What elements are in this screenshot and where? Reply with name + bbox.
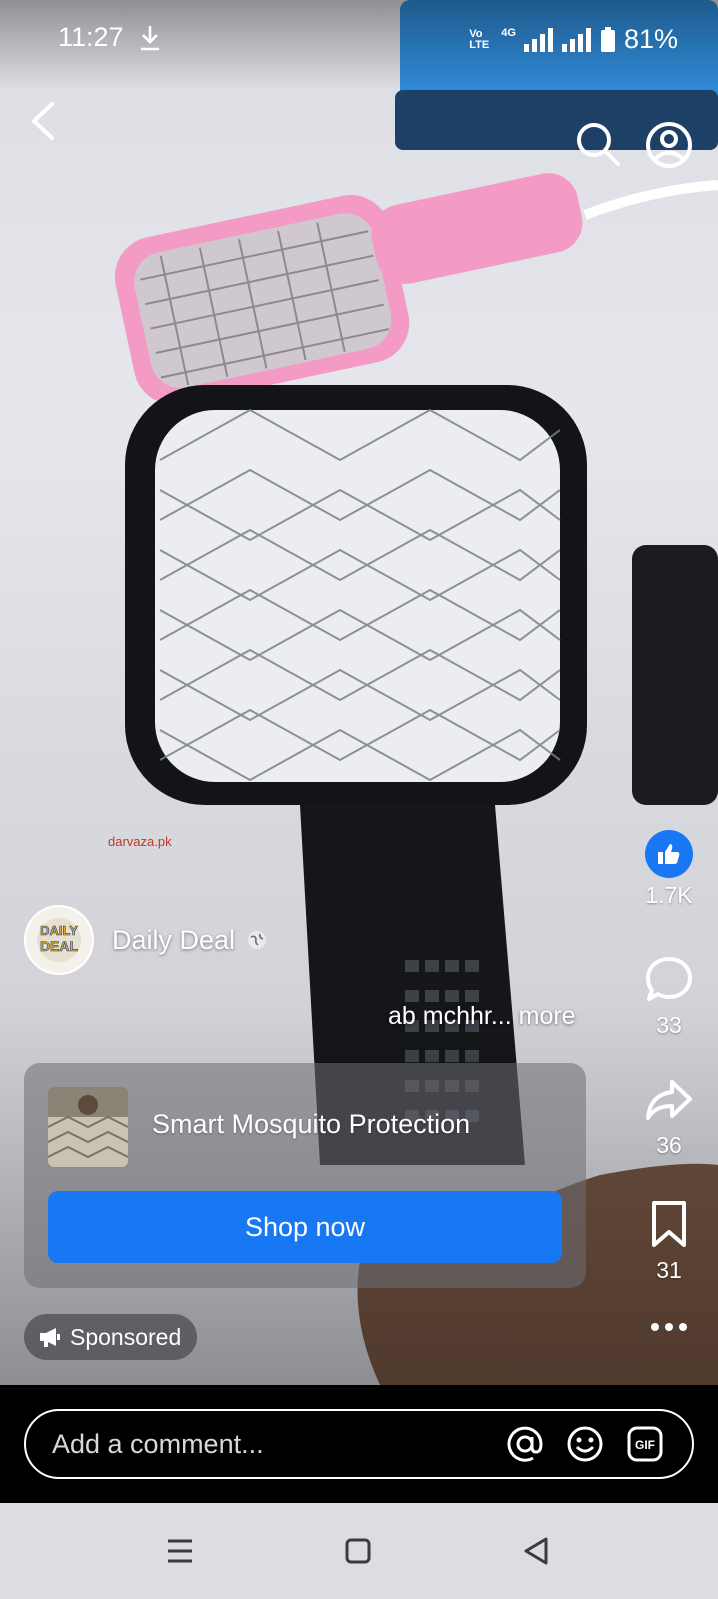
system-nav-bar xyxy=(0,1503,718,1599)
recents-menu-icon[interactable] xyxy=(160,1533,200,1569)
comment-input[interactable]: Add a comment... GIF xyxy=(24,1409,694,1479)
avatar[interactable]: DAILY DEAL xyxy=(24,905,94,975)
sponsored-badge: Sponsored xyxy=(24,1314,198,1360)
share-count: 36 xyxy=(656,1132,682,1158)
comment-bar: Add a comment... GIF xyxy=(0,1385,718,1503)
author-row[interactable]: DAILY DEAL Daily Deal xyxy=(24,905,267,975)
gif-icon[interactable]: GIF xyxy=(626,1425,664,1463)
video-watermark: darvaza.pk xyxy=(108,834,172,849)
bookmark-icon xyxy=(652,1201,686,1247)
thumbs-up-icon xyxy=(645,830,693,878)
signal-icon-2 xyxy=(561,27,591,52)
megaphone-icon xyxy=(40,1328,60,1347)
globe-icon xyxy=(248,931,267,949)
profile-icon[interactable] xyxy=(644,120,694,170)
ad-title: Smart Mosquito Protection xyxy=(152,1109,471,1139)
network-type: 4G xyxy=(501,26,516,39)
comment-button[interactable]: 33 xyxy=(634,955,704,1039)
comment-bubble-icon xyxy=(646,957,692,1001)
back-chevron-icon[interactable] xyxy=(22,98,62,144)
author-name[interactable]: Daily Deal xyxy=(112,925,235,956)
share-button[interactable]: 36 xyxy=(634,1077,704,1159)
sponsored-label: Sponsored xyxy=(70,1323,182,1350)
avatar-text-top: DAILY xyxy=(40,923,78,939)
back-triangle-icon[interactable] xyxy=(516,1533,556,1569)
volte-icon: Vo LTE xyxy=(469,27,490,51)
download-icon xyxy=(141,26,159,51)
svg-text:GIF: GIF xyxy=(635,1438,655,1452)
battery-percent: 81% xyxy=(623,24,678,54)
shop-now-button[interactable]: Shop now xyxy=(48,1191,562,1263)
signal-icon xyxy=(523,27,553,52)
post-caption[interactable]: ab mchhr... more xyxy=(388,1002,576,1031)
save-count: 31 xyxy=(656,1257,682,1283)
like-button[interactable]: 1.7K xyxy=(634,830,704,909)
share-arrow-icon xyxy=(646,1080,692,1120)
avatar-text-bottom: DEAL xyxy=(39,938,79,955)
comment-count: 33 xyxy=(656,1012,682,1038)
emoji-icon[interactable] xyxy=(566,1425,604,1463)
save-button[interactable]: 31 xyxy=(634,1200,704,1284)
comment-placeholder[interactable]: Add a comment... xyxy=(52,1429,506,1460)
like-count: 1.7K xyxy=(645,882,693,908)
more-horizontal-icon[interactable] xyxy=(650,1322,688,1332)
mention-icon[interactable] xyxy=(506,1425,544,1463)
search-icon[interactable] xyxy=(574,120,622,168)
home-square-icon[interactable] xyxy=(338,1533,378,1569)
status-time: 11:27 xyxy=(58,22,124,52)
status-indicators: Vo LTE 4G 81% xyxy=(469,24,678,55)
ad-thumbnail[interactable] xyxy=(48,1087,128,1167)
ad-card[interactable]: Smart Mosquito Protection Shop now xyxy=(24,1063,586,1288)
status-bar: 11:27 Vo LTE 4G 81% xyxy=(0,0,718,78)
battery-icon xyxy=(600,26,615,52)
comment-actions: GIF xyxy=(506,1425,664,1463)
